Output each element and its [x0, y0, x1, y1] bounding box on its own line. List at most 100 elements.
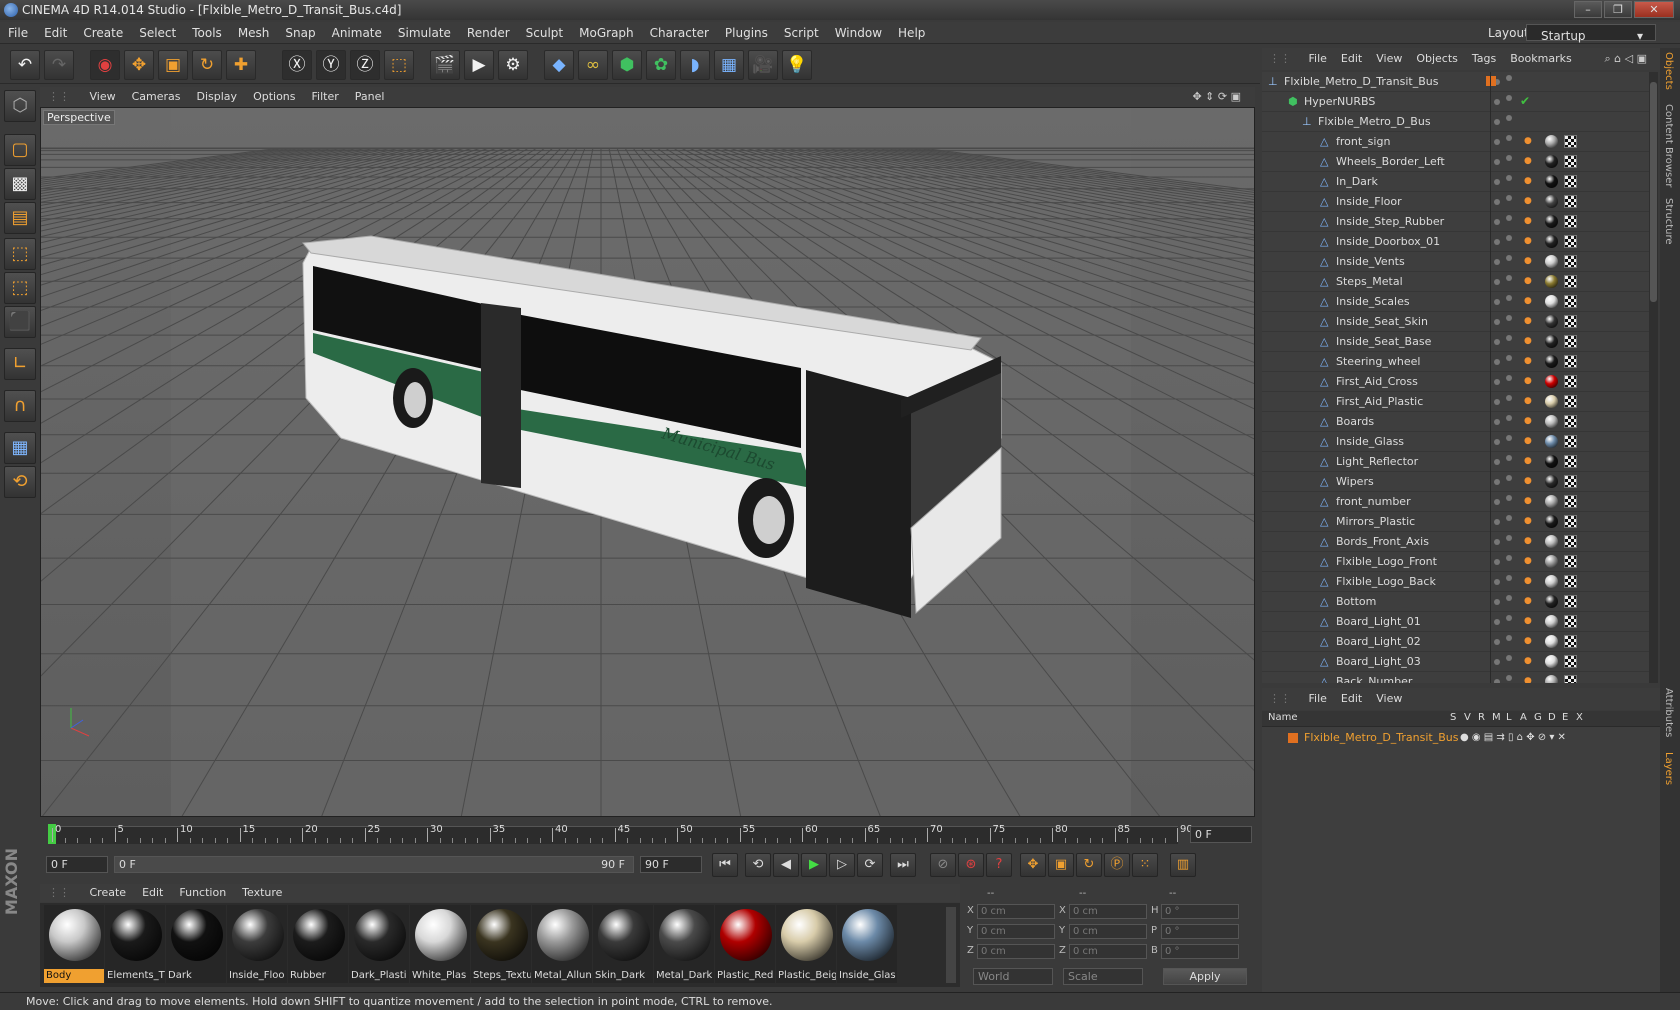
editor-visibility-dot[interactable]: [1494, 419, 1500, 425]
nurbs-icon[interactable]: ⬢: [612, 50, 642, 80]
camera-icon[interactable]: 🎥: [748, 50, 778, 80]
editor-visibility-dot[interactable]: [1494, 139, 1500, 145]
phong-tag-icon[interactable]: ●: [1524, 376, 1532, 386]
material-tag-icon[interactable]: [1545, 255, 1558, 268]
object-name[interactable]: Wipers: [1336, 472, 1374, 492]
spline-icon[interactable]: ∞: [578, 50, 608, 80]
object-name[interactable]: Light_Reflector: [1336, 452, 1418, 472]
magnet-icon[interactable]: ∩: [4, 390, 36, 422]
object-row-parent[interactable]: ⊥ Flxible_Metro_D_Transit_Bus: [1262, 72, 1649, 92]
close-icon[interactable]: ✕: [1634, 1, 1674, 18]
objects-header-icons[interactable]: ⌕ ⌂ ◁ ▣: [1598, 48, 1655, 70]
undo-icon[interactable]: ↶: [10, 50, 40, 80]
editor-visibility-dot[interactable]: [1494, 539, 1500, 545]
material-swatch[interactable]: White_Plas: [410, 905, 470, 983]
timeline-ruler[interactable]: 0 5 10 15 20 25 30 35 40 45 50 55 60 65 70 75 80 85 90 0 F: [40, 820, 1255, 848]
texture-tag-icon[interactable]: [1564, 515, 1577, 528]
perspective-viewport[interactable]: Municipal Bus Perspective: [40, 107, 1255, 817]
tab-attributes[interactable]: Attributes: [1663, 688, 1674, 737]
material-tag-icon[interactable]: [1545, 375, 1558, 388]
phong-tag-icon[interactable]: ●: [1524, 676, 1532, 683]
menu-mograph[interactable]: MoGraph: [571, 22, 642, 44]
object-row[interactable]: △ Board_Light_02 ●: [1262, 632, 1649, 652]
object-row-parent[interactable]: ⬢ HyperNURBS: [1262, 92, 1649, 112]
vp-menu-filter[interactable]: Filter: [304, 87, 347, 107]
editor-visibility-dot[interactable]: [1494, 339, 1500, 345]
texture-tag-icon[interactable]: [1564, 555, 1577, 568]
render-visibility-dot[interactable]: [1506, 535, 1512, 541]
layer-toggle-icons[interactable]: ● ◉ ▤ ⇉ ▯ ⌂ ✥ ⊘ ▾ ✕: [1460, 729, 1566, 747]
material-tag-icon[interactable]: [1545, 355, 1558, 368]
render-visibility-dot[interactable]: [1506, 135, 1512, 141]
key-pla-icon[interactable]: ⁙: [1132, 853, 1158, 877]
play-icon[interactable]: ▶: [801, 853, 827, 877]
texture-tag-icon[interactable]: [1564, 675, 1577, 683]
layers-column-header[interactable]: E: [1562, 712, 1568, 723]
object-name[interactable]: Bords_Front_Axis: [1336, 532, 1429, 552]
render-visibility-dot[interactable]: [1506, 555, 1512, 561]
material-swatch[interactable]: Plastic_Red: [715, 905, 775, 983]
layers-column-header[interactable]: Name: [1268, 712, 1298, 723]
objects-scrollbar[interactable]: [1649, 72, 1658, 683]
material-swatch[interactable]: Metal_Dark: [654, 905, 714, 983]
minimize-icon[interactable]: –: [1574, 1, 1602, 18]
y-axis-icon[interactable]: Ⓨ: [316, 50, 346, 80]
x-axis-icon[interactable]: Ⓧ: [282, 50, 312, 80]
phong-tag-icon[interactable]: ●: [1524, 636, 1532, 646]
coord-value-field[interactable]: 0 cm: [977, 944, 1055, 959]
editor-visibility-dot[interactable]: [1494, 179, 1500, 185]
material-tag-icon[interactable]: [1545, 155, 1558, 168]
layer-menu-view[interactable]: View: [1369, 688, 1409, 710]
object-name[interactable]: Inside_Step_Rubber: [1336, 212, 1444, 232]
editor-visibility-dot[interactable]: [1494, 499, 1500, 505]
vp-menu-panel[interactable]: Panel: [347, 87, 393, 107]
phong-tag-icon[interactable]: ●: [1524, 396, 1532, 406]
object-name[interactable]: Mirrors_Plastic: [1336, 512, 1415, 532]
editor-visibility-dot[interactable]: [1494, 119, 1500, 125]
texture-tag-icon[interactable]: [1564, 455, 1577, 468]
material-tag-icon[interactable]: [1545, 655, 1558, 668]
texture-tag-icon[interactable]: [1564, 295, 1577, 308]
menu-file[interactable]: File: [0, 22, 36, 44]
object-row[interactable]: △ Wipers ●: [1262, 472, 1649, 492]
make-editable-icon[interactable]: ⬡: [4, 90, 36, 122]
menu-tools[interactable]: Tools: [184, 22, 230, 44]
mat-menu-create[interactable]: Create: [82, 884, 135, 902]
object-row[interactable]: △ Inside_Floor ●: [1262, 192, 1649, 212]
layers-column-header[interactable]: M: [1492, 712, 1501, 723]
object-row[interactable]: △ Light_Reflector ●: [1262, 452, 1649, 472]
render-visibility-dot[interactable]: [1506, 115, 1512, 121]
editor-visibility-dot[interactable]: [1494, 159, 1500, 165]
texture-tag-icon[interactable]: [1564, 335, 1577, 348]
object-name[interactable]: HyperNURBS: [1304, 92, 1375, 112]
object-row[interactable]: △ Flxible_Logo_Front ●: [1262, 552, 1649, 572]
object-row[interactable]: △ front_number ●: [1262, 492, 1649, 512]
workplane-icon[interactable]: ▤: [4, 202, 36, 234]
object-row[interactable]: △ Back_Number ●: [1262, 672, 1649, 683]
next-key-icon[interactable]: ⟳: [857, 853, 883, 877]
object-row-parent[interactable]: ⊥ Flxible_Metro_D_Bus: [1262, 112, 1649, 132]
viewport-navigation-icons[interactable]: ✥ ⇕ ⟳ ▣: [1184, 87, 1249, 107]
obj-menu-objects[interactable]: Objects: [1409, 48, 1465, 70]
object-row[interactable]: △ Steering_wheel ●: [1262, 352, 1649, 372]
phong-tag-icon[interactable]: ●: [1524, 516, 1532, 526]
editor-visibility-dot[interactable]: [1494, 639, 1500, 645]
phong-tag-icon[interactable]: ●: [1524, 436, 1532, 446]
material-tag-icon[interactable]: [1545, 495, 1558, 508]
layer-color-swatch[interactable]: [1288, 733, 1298, 743]
object-row[interactable]: △ Boards ●: [1262, 412, 1649, 432]
edges-mode-icon[interactable]: ⬚: [4, 272, 36, 304]
texture-tag-icon[interactable]: [1564, 495, 1577, 508]
key-parameter-icon[interactable]: Ⓟ: [1104, 853, 1130, 877]
material-scrollbar[interactable]: [946, 907, 956, 983]
layer-name[interactable]: Flxible_Metro_D_Transit_Bus: [1304, 729, 1459, 747]
menu-create[interactable]: Create: [75, 22, 131, 44]
menu-animate[interactable]: Animate: [324, 22, 390, 44]
mat-menu-function[interactable]: Function: [171, 884, 234, 902]
material-tag-icon[interactable]: [1545, 595, 1558, 608]
object-row[interactable]: △ Mirrors_Plastic ●: [1262, 512, 1649, 532]
vp-menu-view[interactable]: View: [82, 87, 124, 107]
phong-tag-icon[interactable]: ●: [1524, 136, 1532, 146]
object-row[interactable]: △ In_Dark ●: [1262, 172, 1649, 192]
texture-tag-icon[interactable]: [1564, 215, 1577, 228]
